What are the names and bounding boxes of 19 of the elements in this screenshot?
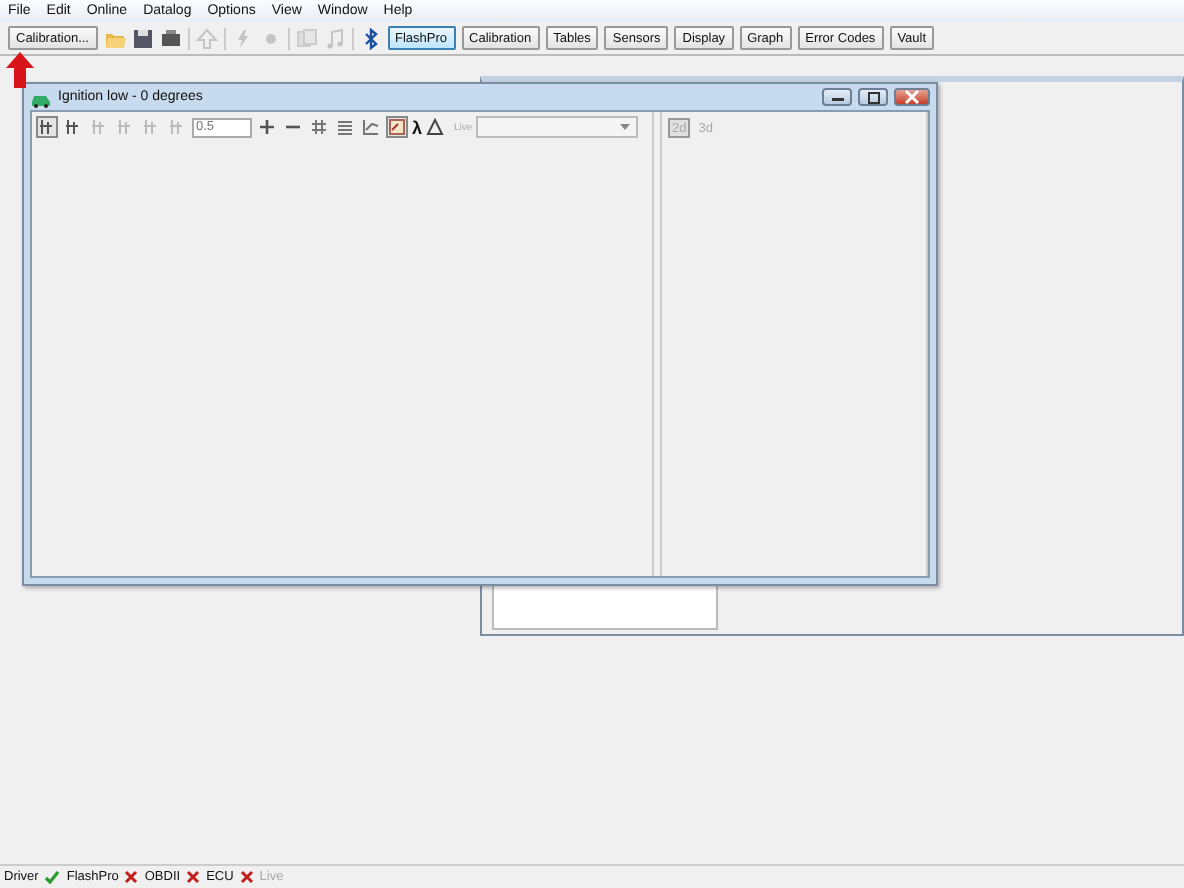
chart-icon[interactable]: [360, 116, 382, 138]
dropdown-field[interactable]: [476, 116, 639, 138]
close-icon: [904, 90, 920, 104]
bluetooth-icon[interactable]: [359, 27, 381, 49]
close-button[interactable]: [894, 88, 930, 106]
minimize-icon: [829, 93, 845, 101]
plus-icon[interactable]: [256, 116, 278, 138]
lambda-button[interactable]: λ: [412, 117, 423, 137]
hash-icon[interactable]: [308, 116, 330, 138]
axis-tool-button[interactable]: [62, 116, 84, 138]
triangle-icon[interactable]: [426, 118, 445, 136]
fill-icon[interactable]: [334, 116, 356, 138]
maximize-icon: [865, 91, 881, 103]
restore-button[interactable]: [858, 88, 888, 106]
axis-tool-button[interactable]: [36, 116, 58, 138]
dropdown-arrow-icon: [620, 124, 631, 130]
save-icon[interactable]: [131, 27, 153, 49]
up-arrow-icon: [6, 52, 34, 88]
minimize-button[interactable]: [822, 88, 852, 106]
